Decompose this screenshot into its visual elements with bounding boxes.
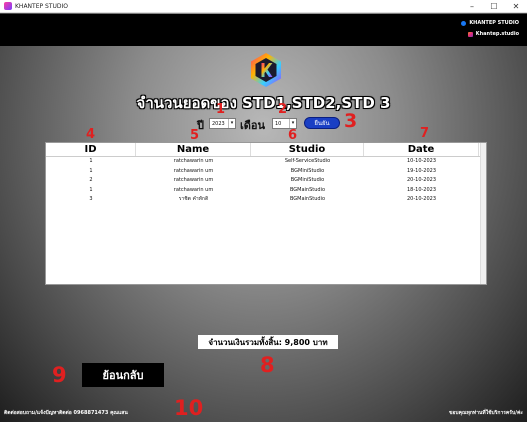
column-header-name[interactable]: Name [136,143,251,156]
annotation-2: 2 [278,102,288,117]
page-title: จำนวนยอดของ STD1,STD2,STD 3 [136,94,391,112]
column-header-studio[interactable]: Studio [251,143,364,156]
brand-logo-icon [251,53,281,87]
column-header-date[interactable]: Date [364,143,479,156]
chevron-down-icon: ▾ [289,119,296,128]
thank-you-text: ขอบคุณทุกท่านที่ใช้บริการครับ/ค่ะ [449,410,523,416]
contact-text: ติดต่อสอบถาม/แจ้งปัญหาติดต่อ 0968871473 … [4,410,128,416]
annotation-9: 9 [52,363,67,387]
annotation-1: 1 [216,102,226,117]
instagram-link[interactable]: Khantep.studio [467,31,519,37]
annotation-10: 10 [174,396,204,420]
minimize-button[interactable]: – [461,0,483,13]
table-row[interactable]: 1 ratchawarin um BGMainStudio 18-10-2023 [46,186,486,196]
annotation-6: 6 [288,128,298,143]
close-button[interactable]: ✕ [505,0,527,13]
total-amount: จำนวนเงินรวมทั้งสิ้น: 9,800 บาท [198,335,338,349]
facebook-link[interactable]: KHANTEP STUDIO [461,20,519,26]
annotation-4: 4 [86,127,96,142]
confirm-button[interactable]: ยืนยัน [304,117,340,129]
records-table[interactable]: ID Name Studio Date 1 ratchawarin um Sel… [45,142,487,285]
top-banner: KHANTEP STUDIO Khantep.studio [0,14,527,46]
maximize-button[interactable]: ☐ [483,0,505,13]
column-header-id[interactable]: ID [46,143,136,156]
back-button[interactable]: ย้อนกลับ [82,363,164,387]
table-row[interactable]: 1 ratchawarin um Self-ServiceStudio 10-1… [46,157,486,167]
table-row[interactable]: 1 ratchawarin um BGMiniStudio 19-10-2023 [46,167,486,177]
table-scrollbar[interactable] [480,143,486,284]
month-label: เดือน [240,119,266,132]
annotation-5: 5 [190,128,200,143]
window-title: KHANTEP STUDIO [15,2,68,10]
table-row[interactable]: 2 ratchawarin um BGMiniStudio 20-10-2023 [46,176,486,186]
instagram-icon [467,31,473,37]
app-icon [4,2,12,10]
title-bar: KHANTEP STUDIO – ☐ ✕ [0,0,527,13]
table-row[interactable]: 3 ราชิต คำทักดิ BGMainStudio 20-10-2023 [46,195,486,205]
table-header: ID Name Studio Date [46,143,486,157]
annotation-7: 7 [420,126,430,141]
annotation-8: 8 [260,353,275,377]
annotation-3: 3 [344,110,358,132]
year-select[interactable]: 2023 ▾ [209,118,236,129]
chevron-down-icon: ▾ [228,119,235,128]
facebook-icon [461,20,467,26]
app-window: KHANTEP STUDIO – ☐ ✕ KHANTEP STUDIO Khan… [0,0,527,422]
